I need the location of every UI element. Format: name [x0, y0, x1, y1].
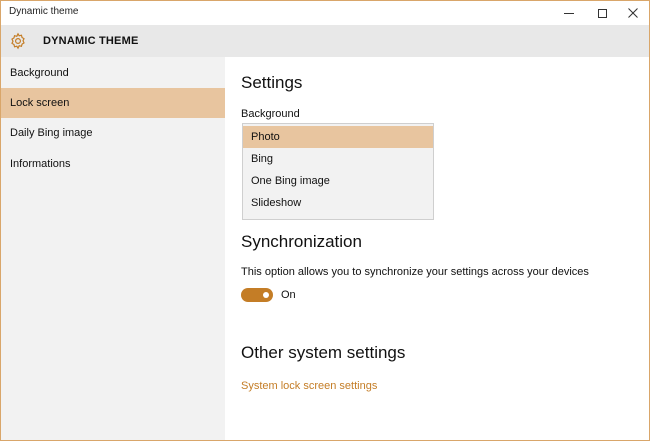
- title-bar: Dynamic theme: [1, 1, 649, 25]
- minimize-icon: [564, 12, 574, 14]
- synchronization-heading: Synchronization: [241, 232, 362, 251]
- sidebar: Background Lock screen Daily Bing image …: [1, 57, 225, 440]
- background-dropdown[interactable]: Photo Bing One Bing image Slideshow: [242, 123, 434, 220]
- sync-description: This option allows you to synchronize yo…: [241, 266, 589, 278]
- app-header: DYNAMIC THEME: [1, 25, 649, 57]
- system-lock-screen-settings-link[interactable]: System lock screen settings: [241, 380, 377, 392]
- toggle-knob: [263, 292, 269, 298]
- minimize-button[interactable]: [554, 1, 584, 25]
- background-label: Background: [241, 108, 300, 120]
- gear-icon: [11, 32, 25, 50]
- dropdown-option-slideshow[interactable]: Slideshow: [243, 192, 433, 214]
- app-title: DYNAMIC THEME: [43, 35, 139, 47]
- main-content: Settings Background Photo Bing One Bing …: [225, 57, 649, 440]
- sidebar-item-daily-bing-image[interactable]: Daily Bing image: [1, 118, 225, 148]
- sidebar-item-lock-screen[interactable]: Lock screen: [1, 88, 225, 118]
- sync-toggle[interactable]: [241, 288, 273, 302]
- sync-toggle-label: On: [281, 289, 296, 301]
- app-window: Dynamic theme DYNAMIC THEME Background L…: [0, 0, 650, 441]
- sidebar-item-background[interactable]: Background: [1, 58, 225, 88]
- settings-heading: Settings: [241, 73, 303, 92]
- maximize-icon: [597, 8, 607, 18]
- dropdown-option-photo[interactable]: Photo: [243, 126, 433, 148]
- sidebar-item-informations[interactable]: Informations: [1, 149, 225, 179]
- close-button[interactable]: [618, 1, 648, 25]
- window-title: Dynamic theme: [9, 6, 79, 17]
- maximize-button[interactable]: [587, 1, 617, 25]
- other-settings-heading: Other system settings: [241, 343, 406, 362]
- dropdown-option-one-bing-image[interactable]: One Bing image: [243, 170, 433, 192]
- dropdown-option-bing[interactable]: Bing: [243, 148, 433, 170]
- close-icon: [628, 8, 638, 18]
